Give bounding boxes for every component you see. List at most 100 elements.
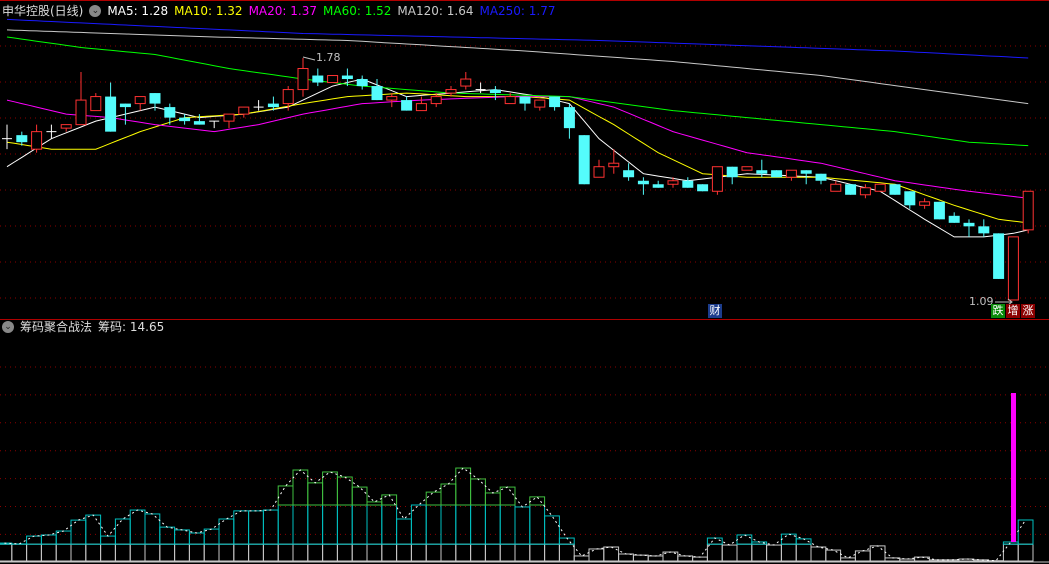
chip-bar — [129, 543, 146, 562]
chip-bar — [351, 486, 368, 506]
candle-down — [978, 226, 990, 234]
candle-down — [771, 170, 783, 178]
chip-bar — [144, 513, 161, 545]
candle-down — [993, 233, 1005, 279]
candle-down — [845, 184, 857, 195]
chip-bar — [1017, 519, 1034, 545]
price-header: 申华控股(日线) ⌄ MA5: 1.28 MA10: 1.32 MA20: 1.37… — [2, 3, 568, 19]
chip-bar — [322, 504, 338, 545]
candle-up — [874, 183, 886, 192]
candle-down — [652, 184, 664, 188]
chip-bar — [233, 510, 250, 545]
chip-bar — [455, 504, 472, 545]
chip-bar — [484, 543, 501, 562]
ma-legend: MA5: 1.28 MA10: 1.32 MA20: 1.37 MA60: 1.52 M… — [107, 3, 561, 19]
candle-up — [223, 113, 235, 122]
chip-bar — [322, 471, 338, 506]
ma-line-ma250 — [6, 18, 1029, 59]
chip-bar — [899, 558, 916, 562]
chip-bar — [262, 509, 279, 545]
chip-bar — [499, 486, 516, 506]
chevron-down-icon[interactable]: ⌄ — [89, 5, 102, 17]
candle-down — [933, 201, 945, 220]
candle-up — [297, 68, 309, 91]
chip-bar — [973, 559, 990, 562]
chip-bar — [440, 543, 457, 562]
chip-spike — [1011, 393, 1016, 542]
finance-badge[interactable]: 财 — [708, 304, 722, 318]
candle-down — [193, 121, 205, 125]
ma-label: MA20: 1.37 — [248, 4, 317, 18]
candle-up — [667, 180, 679, 185]
chip-bar — [114, 518, 131, 545]
candle-down — [149, 93, 161, 104]
candle-up — [741, 166, 753, 171]
chip-bar — [366, 504, 383, 545]
chip-bar — [292, 469, 309, 506]
chip-bar — [410, 504, 427, 545]
chip-bar — [1002, 543, 1019, 562]
chip-bar — [825, 549, 842, 562]
chip-bar — [410, 543, 427, 562]
chip-bar — [174, 529, 190, 545]
chip-bar — [292, 543, 309, 562]
chip-bar — [188, 543, 205, 562]
chip-bar — [692, 556, 708, 562]
chip-bar — [470, 504, 486, 545]
chip-bar — [425, 543, 442, 562]
chip-bar — [203, 543, 220, 562]
rise-badge[interactable]: 涨 — [1021, 304, 1035, 318]
candle-up — [593, 166, 605, 178]
increase-badge[interactable]: 增 — [1006, 304, 1020, 318]
chip-bar — [558, 543, 575, 562]
chevron-down-icon[interactable]: ⌄ — [2, 321, 14, 333]
chip-bar — [514, 506, 531, 545]
candle-down — [356, 79, 368, 87]
kline-chart[interactable] — [0, 0, 1049, 564]
chip-bar — [129, 509, 146, 545]
chip-bar — [351, 543, 368, 562]
chip-bar — [70, 519, 87, 545]
chip-bar — [292, 504, 309, 545]
high-arrow — [302, 56, 316, 61]
chip-bar — [11, 543, 28, 562]
chip-bar — [632, 554, 649, 562]
chip-bar — [351, 504, 368, 545]
candle-up — [1007, 236, 1019, 301]
chip-bar — [277, 485, 294, 506]
chip-bar — [751, 543, 768, 562]
chip-bar — [40, 543, 57, 562]
chip-bar — [203, 528, 220, 545]
candle-down — [267, 103, 279, 108]
chip-bar — [1017, 543, 1034, 562]
indicator-value: 筹码: 14.65 — [98, 320, 165, 334]
chip-bar — [1002, 541, 1019, 545]
chip-bar — [736, 534, 753, 545]
candle-down — [519, 96, 531, 104]
candle-down — [800, 170, 812, 174]
chip-bar — [277, 543, 294, 562]
chip-bar — [26, 535, 42, 545]
chip-bar — [810, 546, 827, 562]
chip-bar — [854, 550, 871, 562]
chip-bar — [307, 482, 324, 506]
fall-badge[interactable]: 跌 — [991, 304, 1005, 318]
indicator-title: 筹码聚合战法 — [20, 320, 93, 334]
candle-down — [179, 117, 191, 122]
chip-bar — [484, 504, 501, 545]
chip-bar — [100, 535, 116, 545]
chip-bar — [914, 556, 930, 562]
candle-up — [1022, 190, 1034, 231]
chip-bar — [174, 543, 190, 562]
candle-up — [327, 75, 339, 84]
candle-down — [371, 86, 383, 101]
candle-up — [415, 103, 427, 112]
chip-bar — [366, 543, 383, 562]
chip-bar — [381, 504, 398, 545]
chip-bar — [396, 518, 412, 545]
chip-bar — [26, 543, 42, 562]
chip-bar — [440, 504, 457, 545]
candle-up — [134, 96, 146, 105]
candle-down — [623, 170, 635, 178]
chip-bar — [307, 543, 324, 562]
